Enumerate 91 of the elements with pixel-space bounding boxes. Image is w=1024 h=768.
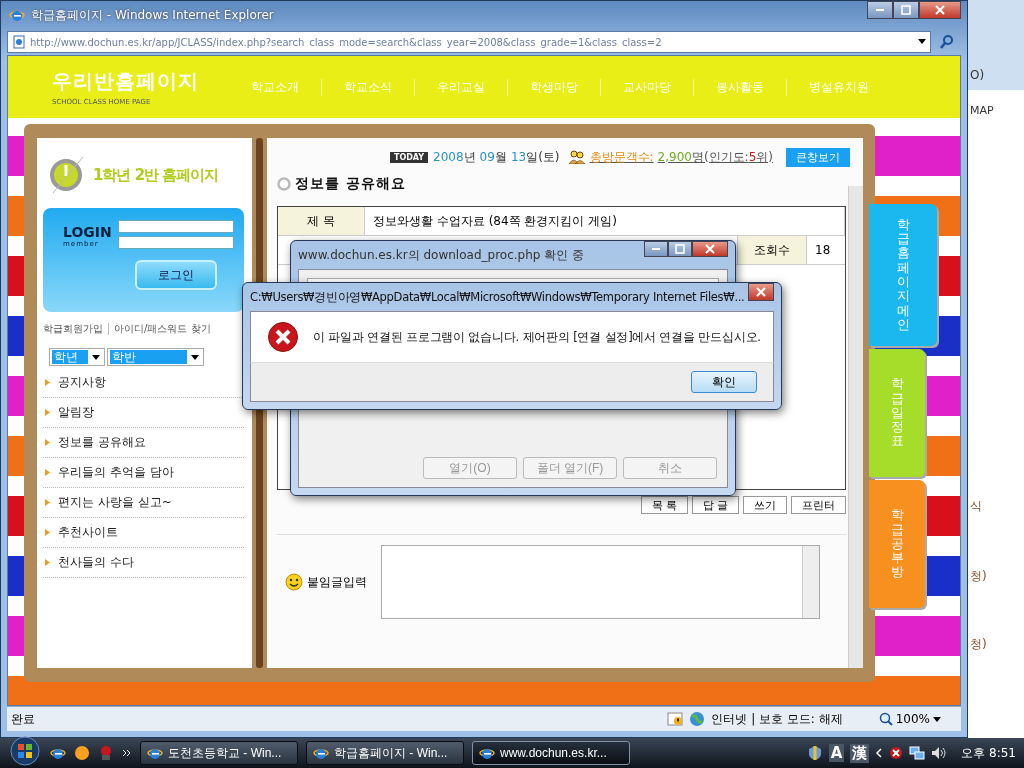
window-text-fragment: 식 (970, 498, 982, 515)
orb-icon[interactable] (74, 745, 90, 761)
login-label: LOGIN (63, 224, 112, 240)
table-header: 제 목 (278, 207, 365, 235)
class-title: 1학년 2반 홈페이지 (93, 165, 219, 185)
shield-icon[interactable] (806, 745, 823, 761)
close-icon (756, 287, 767, 297)
menu-item[interactable]: 편지는 사랑을 싣고~ (43, 488, 244, 518)
bullet-icon (45, 379, 50, 386)
minimize-button[interactable] (644, 241, 668, 257)
bullet-icon (45, 439, 50, 446)
menu-item[interactable]: 천사들의 수다 (43, 548, 244, 578)
maximize-button[interactable] (893, 1, 919, 19)
date-text: 2008년 09월 13일(토) (433, 148, 561, 166)
taskbar-button[interactable]: 학급홈페이지 - Win... (306, 741, 464, 765)
character-icon[interactable] (98, 745, 114, 761)
menu-item[interactable]: 우리들의 추억을 담아 (43, 458, 244, 488)
clock-icon (49, 155, 85, 195)
window-text-fragment: 청) (970, 568, 987, 585)
maximize-icon (901, 5, 911, 15)
speaker-icon[interactable] (931, 746, 948, 760)
globe-icon (689, 711, 706, 727)
error-message: 이 파일과 연결된 프로그램이 없습니다. 제어판의 [연결 설정]에서 연결을 만드십시오. (313, 329, 761, 345)
minimize-icon (652, 248, 660, 250)
zoom-control[interactable]: 100% (878, 712, 941, 726)
minimize-button[interactable] (867, 1, 893, 19)
board-button[interactable]: 쓰기 (743, 496, 787, 514)
board-title: 정보를 공유해요 (295, 175, 406, 193)
taskbar-button[interactable]: 도천초등학교 - Win... (140, 741, 298, 765)
dropdown-icon (933, 716, 941, 722)
bullet-icon (45, 529, 50, 536)
ime-indicator[interactable]: 漢 (850, 743, 870, 763)
visitor-count[interactable]: 총방문객수: 2,900명(인기도:5위) (589, 148, 773, 166)
comment-label: 붙임글입력 (307, 573, 367, 591)
window-text-fragment: MAP (970, 104, 994, 117)
dropdown-icon (191, 354, 199, 360)
close-button[interactable] (748, 283, 774, 301)
search-icon[interactable] (939, 34, 955, 50)
board-button[interactable]: 목 록 (640, 496, 688, 514)
start-icon[interactable] (8, 736, 42, 766)
minimize-icon (876, 9, 884, 11)
dialog-title: C:₩Users₩경빈아영₩AppData₩Local₩Microsoft₩Windows₩Temporary Internet Files₩... (250, 289, 745, 305)
password-field[interactable] (117, 236, 234, 249)
table-header: 조회수 (738, 236, 807, 264)
security-alert-icon[interactable] (889, 746, 904, 760)
window-text-fragment: 청) (970, 636, 987, 653)
comment-field[interactable] (381, 545, 820, 619)
id-field[interactable] (117, 220, 234, 233)
board-button[interactable]: 답 글 (691, 496, 739, 514)
network-icon[interactable] (909, 746, 926, 760)
menu-item[interactable]: 추천사이트 (43, 518, 244, 548)
window-title: 학급홈페이지 - Windows Internet Explorer (31, 6, 275, 24)
window-text-fragment: O) (970, 68, 985, 82)
chevron-icon[interactable] (122, 748, 132, 758)
maximize-icon (675, 244, 685, 254)
page-icon (12, 35, 26, 49)
chevron-icon[interactable] (875, 748, 884, 758)
taskbar-button[interactable]: www.dochun.es.kr... (472, 741, 630, 765)
bullet-icon (45, 409, 50, 416)
ok-button[interactable]: 확인 (691, 371, 757, 393)
clock[interactable]: 오후 8:51 (961, 744, 1016, 762)
zoom-icon (878, 712, 893, 726)
today-badge: TODAY (389, 151, 429, 163)
scrollbar[interactable] (802, 546, 819, 618)
close-button[interactable] (919, 1, 961, 19)
warning-icon (667, 712, 684, 726)
table-cell-text: 18 (814, 242, 832, 259)
ime-indicator[interactable]: A (828, 744, 845, 762)
status-text: 완료 (11, 710, 35, 728)
bullet-icon (45, 499, 50, 506)
maximize-button[interactable] (668, 241, 692, 257)
smiley-icon (285, 573, 303, 591)
security-zone: 인터넷 | 보호 모드: 해제 (711, 710, 843, 728)
board-button[interactable]: 프린터 (791, 496, 846, 514)
table-cell: 정보와생활 수업자료 (84쪽 환경지킴이 게임) (365, 207, 845, 235)
dropdown-icon (918, 39, 926, 45)
bullet-icon (45, 469, 50, 476)
circle-icon (277, 177, 291, 191)
error-icon (267, 321, 299, 353)
close-icon (705, 244, 715, 254)
people-icon (568, 150, 585, 164)
login-button[interactable]: 로그인 (134, 260, 217, 290)
close-icon (935, 5, 945, 15)
text-link[interactable]: 학급회원가입 (43, 322, 103, 336)
text-link[interactable]: 아이디/패스워드 찾기 (114, 322, 211, 336)
close-button[interactable] (692, 241, 728, 257)
menu-item[interactable]: 정보를 공유해요 (43, 428, 244, 458)
dropdown-icon (92, 354, 100, 360)
scrollbar[interactable] (848, 186, 863, 668)
bullet-icon (45, 559, 50, 566)
dialog-title: www.dochun.es.kr의 download_proc.php 확인 중 (298, 246, 586, 264)
